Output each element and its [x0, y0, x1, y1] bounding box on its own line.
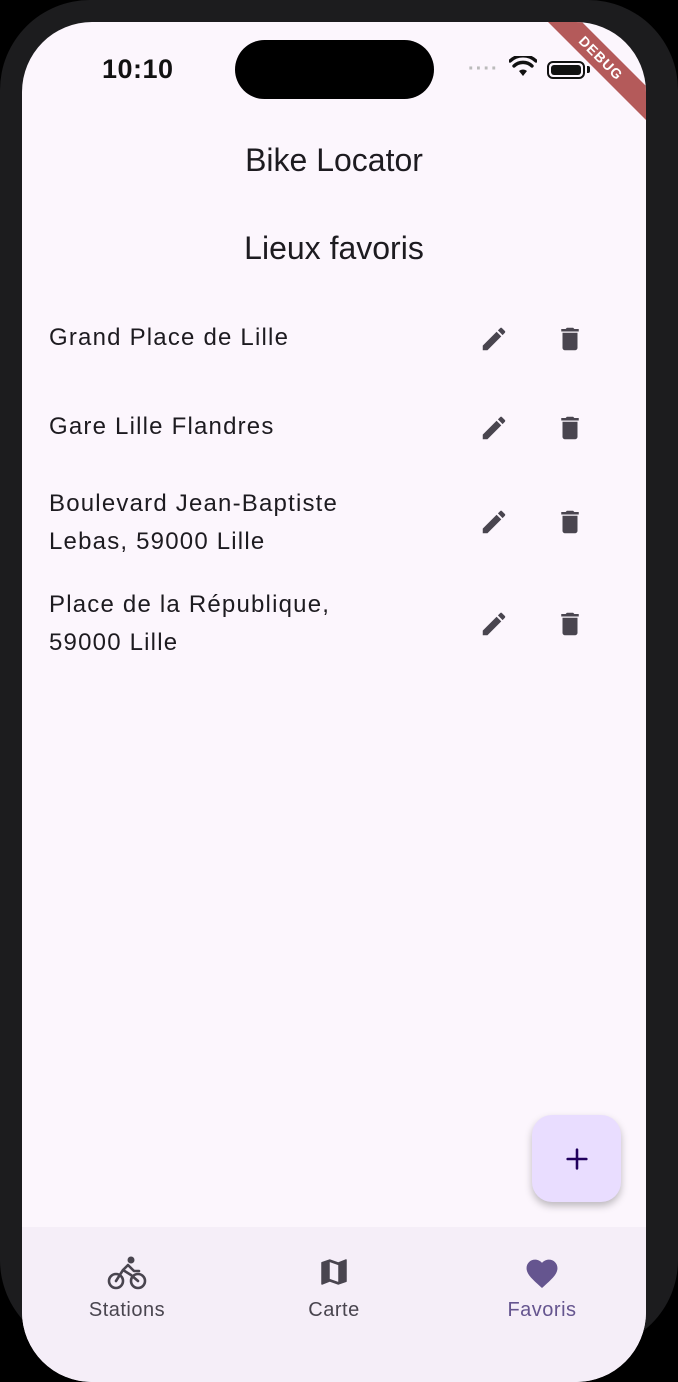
phone-frame: 10:10 ···· DEBUG Bike Locator Lieux favo…: [0, 0, 678, 1382]
pencil-icon: [482, 612, 506, 636]
nav-item-carte[interactable]: Carte: [259, 1227, 409, 1322]
battery-icon: [546, 60, 585, 79]
nav-label-carte: Carte: [308, 1299, 360, 1321]
dynamic-island: [235, 40, 434, 99]
edit-button[interactable]: [470, 498, 518, 546]
bike-icon: [107, 1256, 147, 1290]
edit-button[interactable]: [470, 315, 518, 363]
trash-icon: [561, 416, 579, 440]
cellular-signal-icon: ····: [468, 58, 499, 80]
plus-icon: [565, 1147, 588, 1170]
favorite-label: Grand Place de Lille: [49, 324, 290, 351]
wifi-icon: [507, 54, 538, 83]
screen: 10:10 ···· DEBUG Bike Locator Lieux favo…: [22, 22, 646, 1382]
section-title: Lieux favoris: [244, 230, 424, 266]
pencil-icon: [482, 510, 506, 534]
add-favorite-button[interactable]: [532, 1115, 621, 1202]
nav-item-stations[interactable]: Stations: [52, 1227, 202, 1322]
bottom-navigation: Stations Carte Favoris: [22, 1227, 646, 1382]
delete-button[interactable]: [546, 600, 594, 648]
app-title: Bike Locator: [245, 142, 423, 178]
trash-icon: [561, 510, 579, 534]
status-time: 10:10: [102, 54, 174, 84]
delete-button[interactable]: [546, 315, 594, 363]
nav-item-favoris[interactable]: Favoris: [467, 1227, 617, 1322]
delete-button[interactable]: [546, 404, 594, 452]
pencil-icon: [482, 327, 506, 351]
nav-label-favoris: Favoris: [507, 1299, 577, 1321]
list-item[interactable]: Grand Place de Lille: [22, 318, 646, 358]
favorite-label: Boulevard Jean-Baptiste Lebas, 59000 Lil…: [49, 490, 339, 555]
favorite-label: Place de la République, 59000 Lille: [49, 591, 331, 656]
edit-button[interactable]: [470, 600, 518, 648]
battery-tip: [586, 66, 590, 73]
list-item[interactable]: Boulevard Jean-Baptiste Lebas, 59000 Lil…: [22, 485, 646, 561]
edit-button[interactable]: [470, 404, 518, 452]
trash-icon: [561, 327, 579, 351]
list-item[interactable]: Gare Lille Flandres: [22, 407, 646, 447]
trash-icon: [561, 612, 579, 636]
favorite-label: Gare Lille Flandres: [49, 413, 275, 440]
delete-button[interactable]: [546, 498, 594, 546]
nav-label-stations: Stations: [88, 1299, 166, 1321]
status-icons: ····: [468, 54, 590, 83]
map-icon: [321, 1259, 347, 1285]
pencil-icon: [482, 416, 506, 440]
list-item[interactable]: Place de la République, 59000 Lille: [22, 586, 646, 662]
heart-icon: [526, 1259, 558, 1288]
